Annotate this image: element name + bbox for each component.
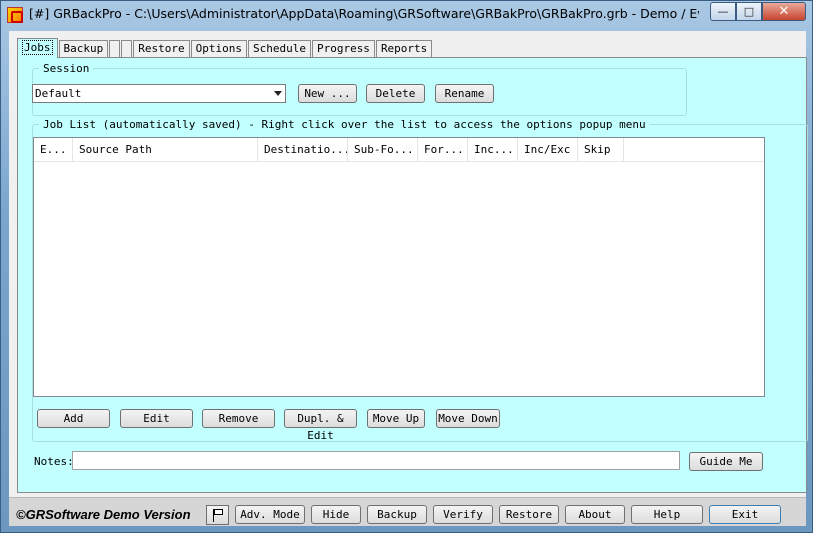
session-select[interactable]: Default [32, 84, 286, 103]
rename-session-button[interactable]: Rename [435, 84, 494, 103]
chevron-down-icon[interactable] [274, 91, 282, 96]
column-header-inc-exc[interactable]: Inc/Exc [518, 138, 578, 162]
flag-icon[interactable] [206, 505, 229, 525]
bottom-toolbar: ©GRSoftware Demo Version Adv. Mode Hide … [9, 497, 806, 526]
adv-mode-button[interactable]: Adv. Mode [235, 505, 305, 524]
column-header-enabled[interactable]: E... [34, 138, 73, 162]
help-button[interactable]: Help [631, 505, 703, 524]
flag-cloth [214, 509, 223, 515]
client-area: Jobs Backup Restore Options Schedule Pro… [9, 31, 808, 526]
hide-button[interactable]: Hide [311, 505, 361, 524]
window-title: [#] GRBackPro - C:\Users\Administrator\A… [29, 6, 699, 21]
maximize-button[interactable]: □ [736, 2, 762, 21]
move-up-button[interactable]: Move Up [367, 409, 425, 428]
tab-reports[interactable]: Reports [375, 40, 433, 58]
joblist-legend: Job List (automatically saved) - Right c… [43, 118, 646, 131]
main-window: [#] GRBackPro - C:\Users\Administrator\A… [0, 0, 813, 533]
verify-button[interactable]: Verify [433, 505, 493, 524]
about-button[interactable]: About [565, 505, 625, 524]
title-bar[interactable]: [#] GRBackPro - C:\Users\Administrator\A… [1, 1, 812, 29]
tab-schedule[interactable]: Schedule [247, 40, 311, 58]
tab-options[interactable]: Options [190, 40, 247, 58]
delete-session-button[interactable]: Delete [366, 84, 425, 103]
column-header-skip[interactable]: Skip [578, 138, 624, 162]
duplicate-edit-job-button[interactable]: Dupl. & Edit [284, 409, 357, 442]
backup-button[interactable]: Backup [367, 505, 427, 524]
job-list-header: E... Source Path Destinatio... Sub-Fo...… [34, 138, 764, 162]
move-down-button[interactable]: Move Down [436, 409, 500, 428]
tab-jobs[interactable]: Jobs [17, 38, 58, 58]
tab-blank-2[interactable] [121, 40, 133, 58]
remove-job-button[interactable]: Remove [202, 409, 275, 428]
tab-restore[interactable]: Restore [133, 40, 190, 58]
restore-button[interactable]: Restore [499, 505, 559, 524]
add-job-button[interactable]: Add [37, 409, 110, 428]
session-selected-value: Default [35, 87, 82, 100]
copyright-text: ©GRSoftware Demo Version [16, 507, 191, 522]
column-header-incremental[interactable]: Inc... [468, 138, 518, 162]
tab-blank-1[interactable] [109, 40, 121, 58]
column-header-source-path[interactable]: Source Path [73, 138, 258, 162]
new-session-button[interactable]: New ... [298, 84, 357, 103]
column-header-format[interactable]: For... [418, 138, 468, 162]
tab-progress[interactable]: Progress [311, 40, 375, 58]
minimize-button[interactable]: — [710, 2, 736, 21]
exit-button[interactable]: Exit [709, 505, 781, 524]
column-header-destination[interactable]: Destinatio... [258, 138, 348, 162]
notes-label: Notes: [34, 455, 74, 468]
job-list[interactable]: E... Source Path Destinatio... Sub-Fo...… [33, 137, 765, 397]
guide-me-button[interactable]: Guide Me [689, 452, 763, 471]
tab-jobs-label: Jobs [22, 40, 53, 55]
tab-strip: Jobs Backup Restore Options Schedule Pro… [17, 38, 433, 58]
jobs-panel: Session Default New ... Delete Rename Jo… [17, 57, 808, 493]
edit-job-button[interactable]: Edit [120, 409, 193, 428]
column-header-subfolders[interactable]: Sub-Fo... [348, 138, 418, 162]
session-legend: Session [43, 62, 90, 75]
close-button[interactable]: ✕ [762, 2, 806, 21]
tab-backup[interactable]: Backup [58, 40, 109, 58]
notes-input[interactable] [72, 451, 680, 470]
window-controls: — □ ✕ [710, 2, 806, 21]
app-icon[interactable] [7, 7, 23, 23]
